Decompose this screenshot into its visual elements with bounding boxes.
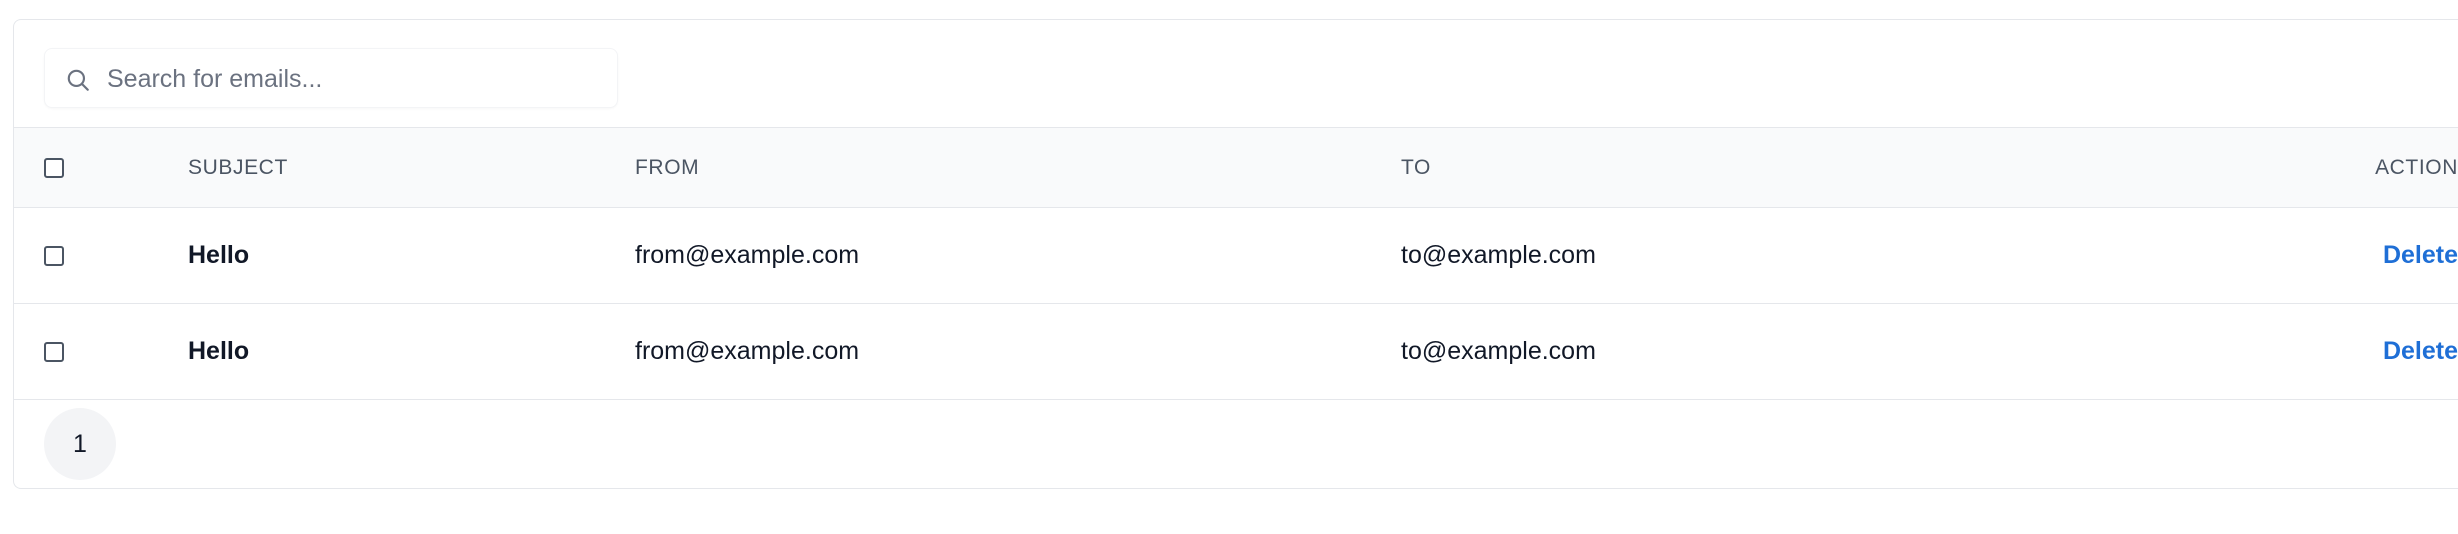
row-checkbox[interactable] bbox=[44, 245, 64, 266]
table-header-row: SUBJECT FROM TO ACTION bbox=[14, 128, 2458, 208]
emails-table-card: SUBJECT FROM TO ACTION Hello from@exampl… bbox=[13, 19, 2458, 489]
to-cell: to@example.com bbox=[1401, 304, 1596, 399]
delete-button[interactable]: Delete bbox=[2383, 241, 2458, 270]
search-input[interactable] bbox=[107, 59, 597, 99]
table-row: Hello from@example.com to@example.com De… bbox=[14, 208, 2458, 304]
search-icon bbox=[67, 69, 89, 91]
from-text: from@example.com bbox=[635, 241, 860, 269]
column-header-action: ACTION bbox=[2258, 128, 2458, 207]
to-cell: to@example.com bbox=[1401, 208, 1596, 303]
subject-cell: Hello bbox=[188, 208, 249, 303]
from-cell: from@example.com bbox=[635, 208, 859, 303]
page-button-1[interactable]: 1 bbox=[44, 408, 116, 480]
column-header-subject: SUBJECT bbox=[188, 128, 288, 207]
row-checkbox[interactable] bbox=[44, 341, 64, 362]
column-header-to-label: TO bbox=[1401, 155, 1431, 179]
delete-button[interactable]: Delete bbox=[2383, 337, 2458, 366]
row-select-cell bbox=[44, 304, 64, 399]
column-header-action-label: ACTION bbox=[2375, 155, 2458, 179]
emails-table: SUBJECT FROM TO ACTION Hello from@exampl… bbox=[14, 128, 2458, 400]
subject-cell: Hello bbox=[188, 304, 249, 399]
select-all-checkbox[interactable] bbox=[44, 157, 64, 178]
subject-text: Hello bbox=[188, 337, 250, 365]
row-select-cell bbox=[44, 208, 64, 303]
search-bar bbox=[14, 20, 2458, 128]
search-box[interactable] bbox=[44, 48, 618, 108]
pagination: 1 bbox=[14, 400, 2458, 488]
column-header-from: FROM bbox=[635, 128, 699, 207]
from-text: from@example.com bbox=[635, 337, 860, 365]
to-text: to@example.com bbox=[1401, 241, 1596, 269]
action-cell: Delete bbox=[2258, 304, 2458, 399]
action-cell: Delete bbox=[2258, 208, 2458, 303]
column-header-from-label: FROM bbox=[635, 155, 700, 179]
subject-text: Hello bbox=[188, 241, 250, 269]
column-header-to: TO bbox=[1401, 128, 1431, 207]
select-all-cell bbox=[44, 128, 64, 207]
to-text: to@example.com bbox=[1401, 337, 1596, 365]
column-header-subject-label: SUBJECT bbox=[188, 155, 288, 179]
table-row: Hello from@example.com to@example.com De… bbox=[14, 304, 2458, 400]
from-cell: from@example.com bbox=[635, 304, 859, 399]
